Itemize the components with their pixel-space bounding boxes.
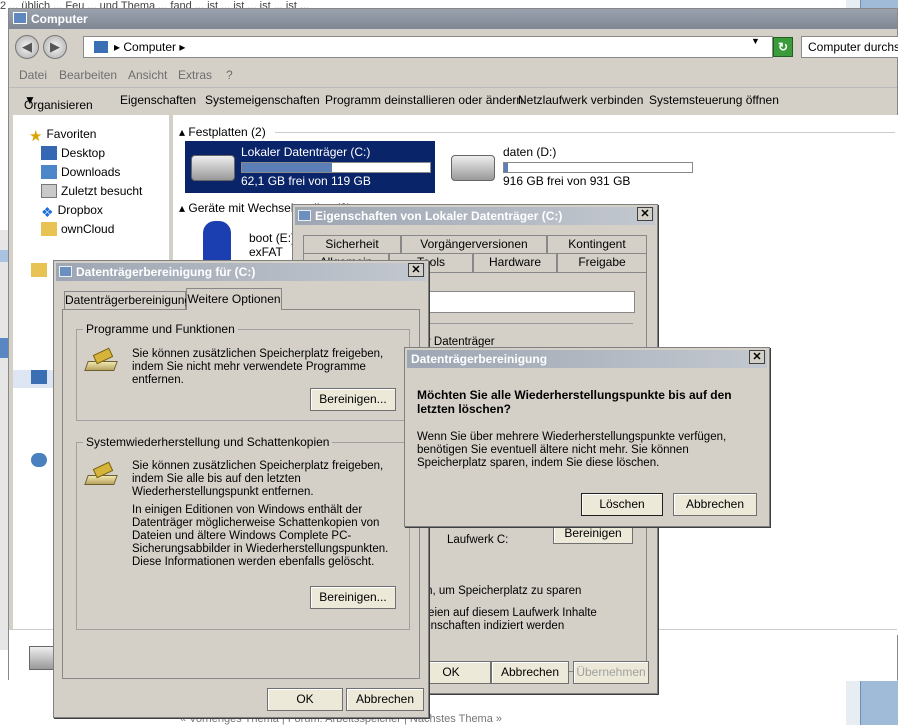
dropbox-icon: ❖ (41, 204, 54, 220)
nav-recent[interactable]: Zuletzt besucht (41, 184, 142, 202)
properties-button[interactable]: Eigenschaften (120, 93, 196, 107)
address-bar[interactable]: ▸ Computer ▸ (83, 36, 773, 58)
drive-c-usage-bar (241, 162, 431, 173)
disk-cleanup-dialog: Datenträgerbereinigung für (C:) ✕ Datent… (53, 260, 429, 718)
disk-cleanup-icon (59, 266, 72, 277)
nav-network[interactable] (31, 453, 51, 471)
menu-view[interactable]: Ansicht (128, 68, 167, 82)
downloads-icon (41, 165, 57, 179)
system-properties-button[interactable]: Systemeigenschaften (205, 93, 320, 107)
confirm-cancel-button[interactable]: Abbrechen (673, 493, 757, 516)
drive-d[interactable]: daten (D:) 916 GB frei von 931 GB (445, 141, 695, 193)
back-button[interactable]: ◀ (15, 35, 39, 59)
recent-places-icon (41, 184, 57, 198)
usb-drive-icon (203, 221, 231, 263)
properties-cancel-button[interactable]: Abbrechen (491, 661, 569, 684)
background-left-tab (0, 338, 8, 358)
hard-drive-icon (451, 155, 495, 181)
library-icon (31, 263, 47, 277)
uninstall-program-button[interactable]: Programm deinstallieren oder ändern (325, 93, 523, 107)
programs-legend: Programme und Funktionen (83, 322, 238, 336)
cleanup-cancel-button[interactable]: Abbrechen (346, 688, 424, 711)
drive-c-free: 62,1 GB frei von 119 GB (241, 174, 371, 188)
divider (423, 323, 633, 324)
nav-libraries[interactable] (31, 263, 51, 281)
confirm-titlebar[interactable]: Datenträgerbereinigung (407, 350, 767, 368)
open-control-panel-button[interactable]: Systemsteuerung öffnen (649, 93, 779, 107)
drive-d-free: 916 GB frei von 931 GB (503, 174, 631, 188)
tab-hardware[interactable]: Hardware (473, 253, 557, 272)
restore-cleanup-button[interactable]: Bereinigen... (310, 586, 396, 609)
nav-desktop[interactable]: Desktop (41, 146, 105, 164)
address-row: ◀ ▶ ▸ Computer ▸ ▼ ↻ Computer durchsuche… (9, 31, 898, 61)
disk-cleanup-icon (84, 461, 118, 487)
refresh-button[interactable]: ↻ (773, 37, 793, 57)
nav-favorites[interactable]: ★ Favoriten (29, 127, 96, 145)
drive-name-field[interactable] (423, 291, 635, 313)
properties-titlebar[interactable]: Eigenschaften von Lokaler Datenträger (C… (295, 207, 655, 225)
menu-tools[interactable]: Extras (178, 68, 212, 82)
background-left-tab (0, 250, 8, 262)
drive-d-usage-bar (503, 162, 693, 173)
tab-more-options[interactable]: Weitere Optionen (186, 288, 282, 310)
tab-quota[interactable]: Kontingent (547, 235, 647, 254)
address-text: Computer (123, 40, 177, 54)
hard-drive-icon (191, 155, 235, 181)
window-title: Computer (31, 12, 88, 26)
menu-help[interactable]: ? (226, 68, 233, 82)
disk-cleanup-titlebar[interactable]: Datenträgerbereinigung für (C:) (56, 263, 426, 281)
command-bar: Organisieren ▼ Eigenschaften Systemeigen… (9, 87, 897, 112)
explorer-titlebar[interactable]: Computer (9, 9, 897, 29)
computer-icon (13, 12, 27, 24)
network-icon (31, 453, 47, 467)
star-icon: ★ (29, 128, 43, 145)
menu-edit[interactable]: Bearbeiten (59, 68, 117, 82)
close-icon[interactable]: ✕ (637, 207, 653, 221)
desktop-icon (41, 146, 57, 160)
close-icon[interactable]: ✕ (749, 350, 765, 364)
restore-text-2: In einigen Editionen von Windows enthält… (132, 504, 389, 568)
computer-icon (31, 370, 47, 384)
address-dropdown-icon[interactable]: ▼ (751, 36, 760, 46)
tab-security[interactable]: Sicherheit (303, 235, 401, 254)
disk-cleanup-icon (84, 347, 118, 373)
restore-text-1: Sie können zusätzlichen Speicherplatz fr… (132, 460, 384, 498)
close-icon[interactable]: ✕ (408, 263, 424, 277)
search-input[interactable]: Computer durchsuchen (801, 36, 898, 58)
drive-e-name: boot (E:) (249, 231, 296, 245)
cleanup-ok-button[interactable]: OK (267, 688, 343, 711)
folder-icon (41, 222, 57, 236)
nav-dropbox[interactable]: ❖ Dropbox (41, 203, 103, 221)
properties-apply-button[interactable]: Übernehmen (573, 661, 649, 684)
drive-d-name: daten (D:) (503, 145, 557, 159)
nav-downloads[interactable]: Downloads (41, 165, 120, 183)
tab-disk-cleanup[interactable]: Datenträgerbereinigung (64, 291, 191, 310)
confirm-dialog: Datenträgerbereinigung ✕ Möchten Sie all… (404, 347, 770, 527)
organize-button[interactable]: Organisieren ▼ (24, 93, 93, 112)
programs-cleanup-button[interactable]: Bereinigen... (310, 388, 396, 411)
restore-legend: Systemwiederherstellung und Schattenkopi… (83, 435, 333, 449)
tab-previous-versions[interactable]: Vorgängerversionen (401, 235, 547, 254)
map-network-drive-button[interactable]: Netzlaufwerk verbinden (518, 93, 643, 107)
menu-file[interactable]: Datei (19, 68, 47, 82)
forward-button[interactable]: ▶ (43, 35, 67, 59)
nav-owncloud[interactable]: ownCloud (41, 222, 114, 240)
drive-label: Laufwerk C: (447, 534, 509, 546)
menu-bar: Datei Bearbeiten Ansicht Extras ? (9, 65, 897, 85)
confirm-body: Wenn Sie über mehrere Wiederherstellungs… (417, 431, 727, 469)
group-hard-disks[interactable]: ▴ Festplatten (2) (179, 125, 895, 139)
computer-icon (94, 41, 108, 53)
programs-text: Sie können zusätzlichen Speicherplatz fr… (132, 348, 384, 386)
confirm-delete-button[interactable]: Löschen (581, 493, 663, 516)
drive-icon (298, 210, 311, 221)
drive-c-name: Lokaler Datenträger (C:) (241, 145, 371, 159)
tab-sharing[interactable]: Freigabe (557, 253, 647, 272)
search-placeholder: Computer durchsuchen (808, 40, 898, 54)
drive-c[interactable]: Lokaler Datenträger (C:) 62,1 GB frei vo… (185, 141, 435, 193)
drive-e-fs: exFAT (249, 245, 283, 259)
confirm-heading: Möchten Sie alle Wiederherstellungspunkt… (417, 388, 732, 416)
